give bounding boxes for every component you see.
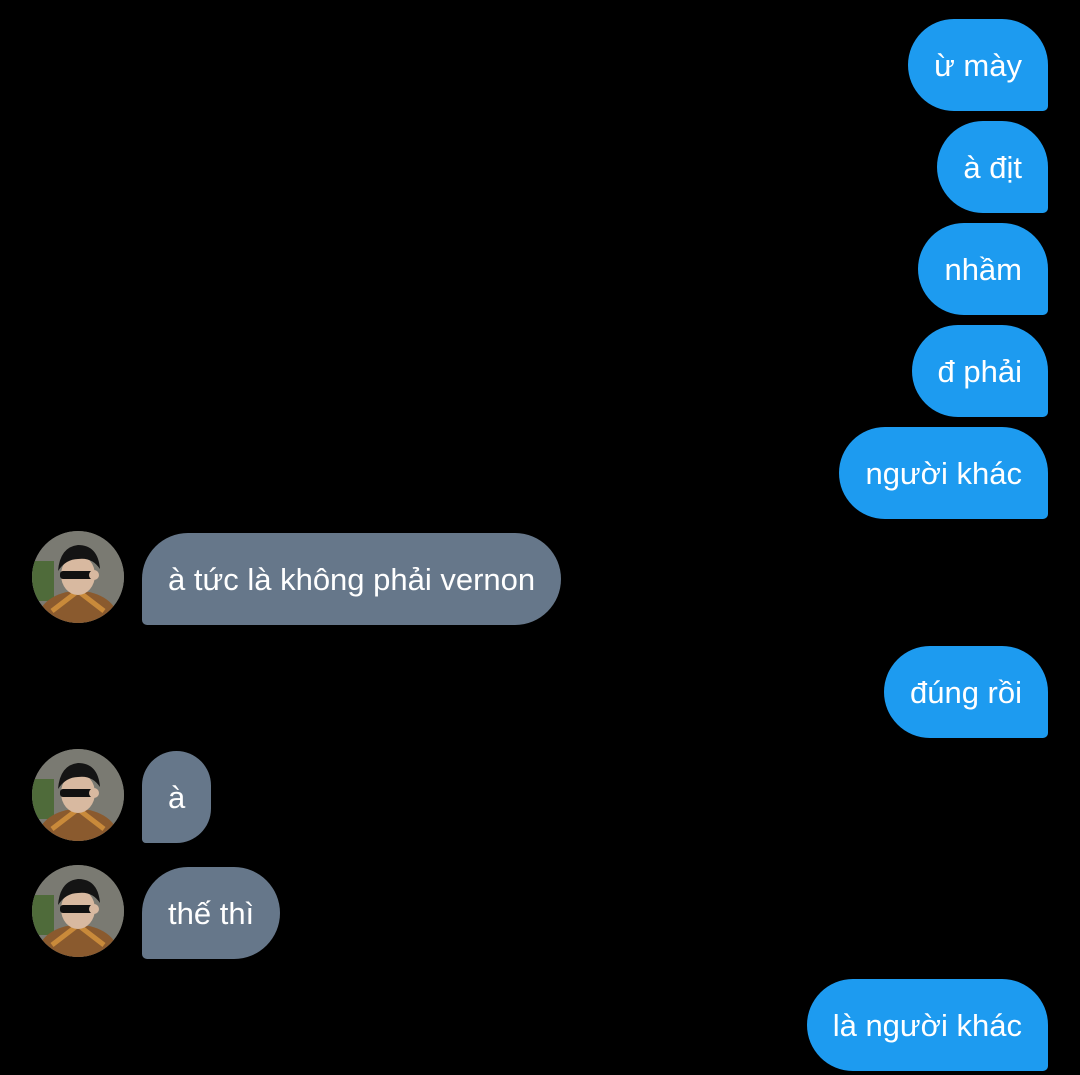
message-text: à (168, 779, 186, 815)
message-text: là người khác (832, 1007, 1022, 1043)
message-bubble-sent[interactable]: đ phải (911, 325, 1048, 417)
contact-avatar-photo-icon (32, 865, 124, 957)
message-text: thế thì (168, 895, 255, 931)
message-bubble-sent[interactable]: là người khác (806, 979, 1048, 1071)
message-bubble-sent[interactable]: à địt (937, 121, 1048, 213)
message-text: người khác (865, 455, 1022, 491)
message-bubble-received[interactable]: à tức là không phải vernon (142, 533, 562, 625)
message-text: nhầm (944, 251, 1022, 287)
message-bubble-sent[interactable]: đúng rồi (883, 646, 1048, 738)
contact-avatar[interactable] (32, 531, 124, 623)
message-text: đ phải (937, 353, 1022, 389)
contact-avatar[interactable] (32, 749, 124, 841)
contact-avatar-photo-icon (32, 749, 124, 841)
contact-avatar-photo-icon (32, 531, 124, 623)
message-text: à tức là không phải vernon (168, 561, 536, 597)
message-bubble-sent[interactable]: ừ mày (908, 19, 1048, 111)
message-bubble-received[interactable]: à (142, 751, 212, 843)
message-text: à địt (963, 149, 1022, 185)
message-bubble-sent[interactable]: người khác (839, 427, 1048, 519)
message-text: đúng rồi (909, 674, 1022, 710)
message-bubble-received[interactable]: thế thì (142, 867, 281, 959)
message-bubble-sent[interactable]: nhầm (918, 223, 1048, 315)
message-text: ừ mày (934, 47, 1022, 83)
contact-avatar[interactable] (32, 865, 124, 957)
